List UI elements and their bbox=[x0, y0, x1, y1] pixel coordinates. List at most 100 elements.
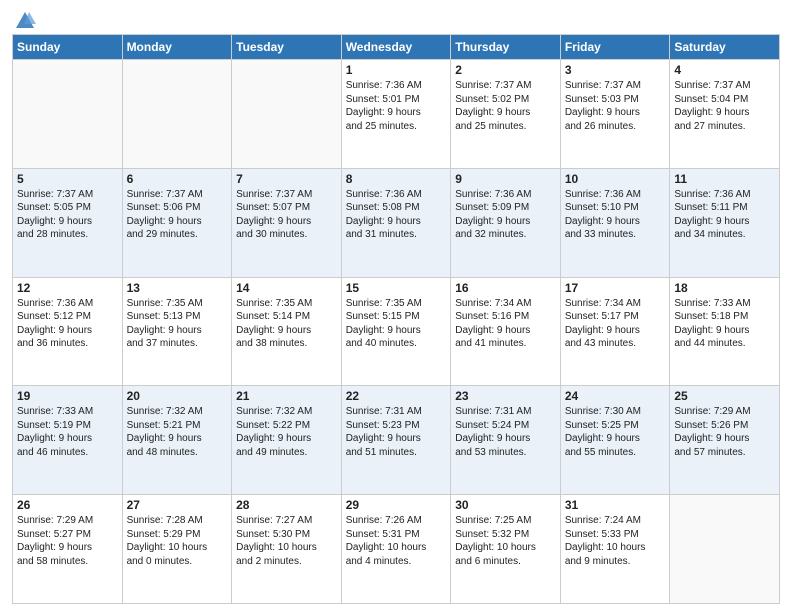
day-info: Sunrise: 7:29 AM Sunset: 5:26 PM Dayligh… bbox=[674, 405, 775, 459]
day-info: Sunrise: 7:35 AM Sunset: 5:13 PM Dayligh… bbox=[127, 297, 228, 351]
calendar-cell: 3Sunrise: 7:37 AM Sunset: 5:03 PM Daylig… bbox=[560, 60, 670, 169]
day-number: 27 bbox=[127, 498, 228, 512]
calendar-cell: 9Sunrise: 7:36 AM Sunset: 5:09 PM Daylig… bbox=[451, 168, 561, 277]
calendar-cell: 10 Sunrise: 7:36 AM Sunset: 5:10 PM Dayli… bbox=[560, 168, 670, 277]
calendar-cell: 25 Sunrise: 7:29 AM Sunset: 5:26 PM Dayli… bbox=[670, 386, 780, 495]
day-info: Sunrise: 7:36 AM Sunset: 5:10 PM Dayligh… bbox=[565, 188, 666, 242]
calendar-cell: 7 Sunrise: 7:37 AM Sunset: 5:07 PM Daylig… bbox=[232, 168, 342, 277]
day-number: 8 bbox=[346, 172, 447, 186]
calendar-cell: 22 Sunrise: 7:31 AM Sunset: 5:23 PM Dayli… bbox=[341, 386, 451, 495]
logo bbox=[12, 10, 36, 28]
calendar-cell: 12Sunrise: 7:36 AM Sunset: 5:12 PM Dayli… bbox=[13, 277, 123, 386]
day-number: 17 bbox=[565, 281, 666, 295]
day-info: Sunrise: 7:37 AM Sunset: 5:06 PM Dayligh… bbox=[127, 188, 228, 242]
logo-text-block bbox=[12, 10, 36, 28]
day-number: 10 bbox=[565, 172, 666, 186]
calendar-cell: 1 Sunrise: 7:36 AM Sunset: 5:01 PM Daylig… bbox=[341, 60, 451, 169]
day-info: Sunrise: 7:31 AM Sunset: 5:24 PM Dayligh… bbox=[455, 405, 556, 459]
day-number: 20 bbox=[127, 389, 228, 403]
weekday-header-row: SundayMondayTuesdayWednesdayThursdayFrid… bbox=[13, 35, 780, 60]
day-number: 9 bbox=[455, 172, 556, 186]
day-number: 6 bbox=[127, 172, 228, 186]
day-info: Sunrise: 7:34 AM Sunset: 5:17 PM Dayligh… bbox=[565, 297, 666, 351]
day-info: Sunrise: 7:37 AM Sunset: 5:02 PM Dayligh… bbox=[455, 79, 556, 133]
day-info: Sunrise: 7:29 AM Sunset: 5:27 PM Dayligh… bbox=[17, 514, 118, 568]
day-info: Sunrise: 7:37 AM Sunset: 5:07 PM Dayligh… bbox=[236, 188, 337, 242]
weekday-header-saturday: Saturday bbox=[670, 35, 780, 60]
weekday-header-sunday: Sunday bbox=[13, 35, 123, 60]
calendar-week-4: 19 Sunrise: 7:33 AM Sunset: 5:19 PM Dayli… bbox=[13, 386, 780, 495]
calendar-cell: 8 Sunrise: 7:36 AM Sunset: 5:08 PM Daylig… bbox=[341, 168, 451, 277]
weekday-header-wednesday: Wednesday bbox=[341, 35, 451, 60]
weekday-header-thursday: Thursday bbox=[451, 35, 561, 60]
day-info: Sunrise: 7:36 AM Sunset: 5:08 PM Dayligh… bbox=[346, 188, 447, 242]
weekday-header-monday: Monday bbox=[122, 35, 232, 60]
calendar-cell: 28Sunrise: 7:27 AM Sunset: 5:30 PM Dayli… bbox=[232, 495, 342, 604]
day-number: 23 bbox=[455, 389, 556, 403]
page-container: SundayMondayTuesdayWednesdayThursdayFrid… bbox=[0, 0, 792, 612]
calendar-cell: 20 Sunrise: 7:32 AM Sunset: 5:21 PM Dayli… bbox=[122, 386, 232, 495]
day-info: Sunrise: 7:37 AM Sunset: 5:05 PM Dayligh… bbox=[17, 188, 118, 242]
day-number: 4 bbox=[674, 63, 775, 77]
day-number: 3 bbox=[565, 63, 666, 77]
day-number: 22 bbox=[346, 389, 447, 403]
calendar-cell: 15Sunrise: 7:35 AM Sunset: 5:15 PM Dayli… bbox=[341, 277, 451, 386]
calendar-cell: 31Sunrise: 7:24 AM Sunset: 5:33 PM Dayli… bbox=[560, 495, 670, 604]
calendar-cell: 23 Sunrise: 7:31 AM Sunset: 5:24 PM Dayli… bbox=[451, 386, 561, 495]
calendar-cell: 16Sunrise: 7:34 AM Sunset: 5:16 PM Dayli… bbox=[451, 277, 561, 386]
calendar-cell: 17 Sunrise: 7:34 AM Sunset: 5:17 PM Dayli… bbox=[560, 277, 670, 386]
day-info: Sunrise: 7:32 AM Sunset: 5:22 PM Dayligh… bbox=[236, 405, 337, 459]
day-info: Sunrise: 7:32 AM Sunset: 5:21 PM Dayligh… bbox=[127, 405, 228, 459]
day-number: 26 bbox=[17, 498, 118, 512]
calendar-cell: 27 Sunrise: 7:28 AM Sunset: 5:29 PM Dayli… bbox=[122, 495, 232, 604]
calendar-cell: 4 Sunrise: 7:37 AM Sunset: 5:04 PM Daylig… bbox=[670, 60, 780, 169]
calendar-cell: 13 Sunrise: 7:35 AM Sunset: 5:13 PM Dayli… bbox=[122, 277, 232, 386]
calendar-week-2: 5Sunrise: 7:37 AM Sunset: 5:05 PM Daylig… bbox=[13, 168, 780, 277]
day-info: Sunrise: 7:37 AM Sunset: 5:04 PM Dayligh… bbox=[674, 79, 775, 133]
day-number: 13 bbox=[127, 281, 228, 295]
calendar-cell: 2 Sunrise: 7:37 AM Sunset: 5:02 PM Daylig… bbox=[451, 60, 561, 169]
day-number: 1 bbox=[346, 63, 447, 77]
calendar-cell: 19 Sunrise: 7:33 AM Sunset: 5:19 PM Dayli… bbox=[13, 386, 123, 495]
day-number: 7 bbox=[236, 172, 337, 186]
day-info: Sunrise: 7:28 AM Sunset: 5:29 PM Dayligh… bbox=[127, 514, 228, 568]
day-number: 18 bbox=[674, 281, 775, 295]
calendar-cell: 6 Sunrise: 7:37 AM Sunset: 5:06 PM Daylig… bbox=[122, 168, 232, 277]
day-number: 12 bbox=[17, 281, 118, 295]
calendar-cell: 14 Sunrise: 7:35 AM Sunset: 5:14 PM Dayli… bbox=[232, 277, 342, 386]
calendar-cell bbox=[13, 60, 123, 169]
calendar-week-3: 12Sunrise: 7:36 AM Sunset: 5:12 PM Dayli… bbox=[13, 277, 780, 386]
calendar-cell: 24Sunrise: 7:30 AM Sunset: 5:25 PM Dayli… bbox=[560, 386, 670, 495]
calendar-table: SundayMondayTuesdayWednesdayThursdayFrid… bbox=[12, 34, 780, 604]
day-info: Sunrise: 7:33 AM Sunset: 5:18 PM Dayligh… bbox=[674, 297, 775, 351]
day-number: 29 bbox=[346, 498, 447, 512]
day-number: 25 bbox=[674, 389, 775, 403]
calendar-week-1: 1 Sunrise: 7:36 AM Sunset: 5:01 PM Daylig… bbox=[13, 60, 780, 169]
day-number: 2 bbox=[455, 63, 556, 77]
day-number: 11 bbox=[674, 172, 775, 186]
day-info: Sunrise: 7:33 AM Sunset: 5:19 PM Dayligh… bbox=[17, 405, 118, 459]
calendar-cell: 21 Sunrise: 7:32 AM Sunset: 5:22 PM Dayli… bbox=[232, 386, 342, 495]
day-info: Sunrise: 7:34 AM Sunset: 5:16 PM Dayligh… bbox=[455, 297, 556, 351]
day-info: Sunrise: 7:35 AM Sunset: 5:14 PM Dayligh… bbox=[236, 297, 337, 351]
day-number: 21 bbox=[236, 389, 337, 403]
calendar-cell: 30Sunrise: 7:25 AM Sunset: 5:32 PM Dayli… bbox=[451, 495, 561, 604]
day-info: Sunrise: 7:36 AM Sunset: 5:11 PM Dayligh… bbox=[674, 188, 775, 242]
calendar-cell bbox=[122, 60, 232, 169]
day-info: Sunrise: 7:35 AM Sunset: 5:15 PM Dayligh… bbox=[346, 297, 447, 351]
day-info: Sunrise: 7:36 AM Sunset: 5:01 PM Dayligh… bbox=[346, 79, 447, 133]
calendar-cell: 11 Sunrise: 7:36 AM Sunset: 5:11 PM Dayli… bbox=[670, 168, 780, 277]
weekday-header-tuesday: Tuesday bbox=[232, 35, 342, 60]
weekday-header-friday: Friday bbox=[560, 35, 670, 60]
day-info: Sunrise: 7:25 AM Sunset: 5:32 PM Dayligh… bbox=[455, 514, 556, 568]
day-info: Sunrise: 7:24 AM Sunset: 5:33 PM Dayligh… bbox=[565, 514, 666, 568]
logo-icon bbox=[14, 10, 36, 32]
day-number: 14 bbox=[236, 281, 337, 295]
calendar-week-5: 26 Sunrise: 7:29 AM Sunset: 5:27 PM Dayli… bbox=[13, 495, 780, 604]
calendar-cell: 5Sunrise: 7:37 AM Sunset: 5:05 PM Daylig… bbox=[13, 168, 123, 277]
calendar-cell bbox=[232, 60, 342, 169]
day-info: Sunrise: 7:31 AM Sunset: 5:23 PM Dayligh… bbox=[346, 405, 447, 459]
calendar-cell: 29Sunrise: 7:26 AM Sunset: 5:31 PM Dayli… bbox=[341, 495, 451, 604]
day-number: 28 bbox=[236, 498, 337, 512]
day-number: 19 bbox=[17, 389, 118, 403]
